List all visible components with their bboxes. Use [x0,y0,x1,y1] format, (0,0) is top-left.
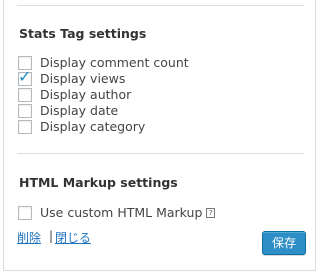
help-icon[interactable]: ? [206,208,216,218]
views-checkbox[interactable]: ✓ [18,67,32,86]
author-checkbox[interactable] [18,88,32,102]
views-label[interactable]: Display views [40,71,125,87]
option-comment-count[interactable]: Display comment count [18,55,189,71]
option-author[interactable]: Display author [18,87,131,103]
category-label[interactable]: Display category [40,119,145,135]
widget-settings-panel: Stats Tag settings Display comment count… [3,0,316,271]
link-separator: | [49,229,54,243]
date-label[interactable]: Display date [40,103,118,119]
section-divider [17,153,304,154]
html-markup-title: HTML Markup settings [19,175,178,190]
category-checkbox[interactable] [18,120,32,134]
custom-markup-checkbox[interactable] [18,206,32,220]
stats-tag-title: Stats Tag settings [19,26,147,41]
save-button[interactable]: 保存 [262,231,306,255]
close-link[interactable]: 閉じる [55,229,91,246]
option-date[interactable]: Display date [18,103,118,119]
author-label[interactable]: Display author [40,87,131,103]
top-divider [17,5,304,6]
date-checkbox[interactable] [18,104,32,118]
delete-link[interactable]: 削除 [17,229,41,246]
option-category[interactable]: Display category [18,119,145,135]
custom-markup-label[interactable]: Use custom HTML Markup [40,205,202,221]
comment-count-label[interactable]: Display comment count [40,55,189,71]
option-views[interactable]: ✓ Display views [18,67,125,87]
option-custom-markup[interactable]: Use custom HTML Markup ? [18,205,216,221]
check-icon: ✓ [18,67,32,86]
